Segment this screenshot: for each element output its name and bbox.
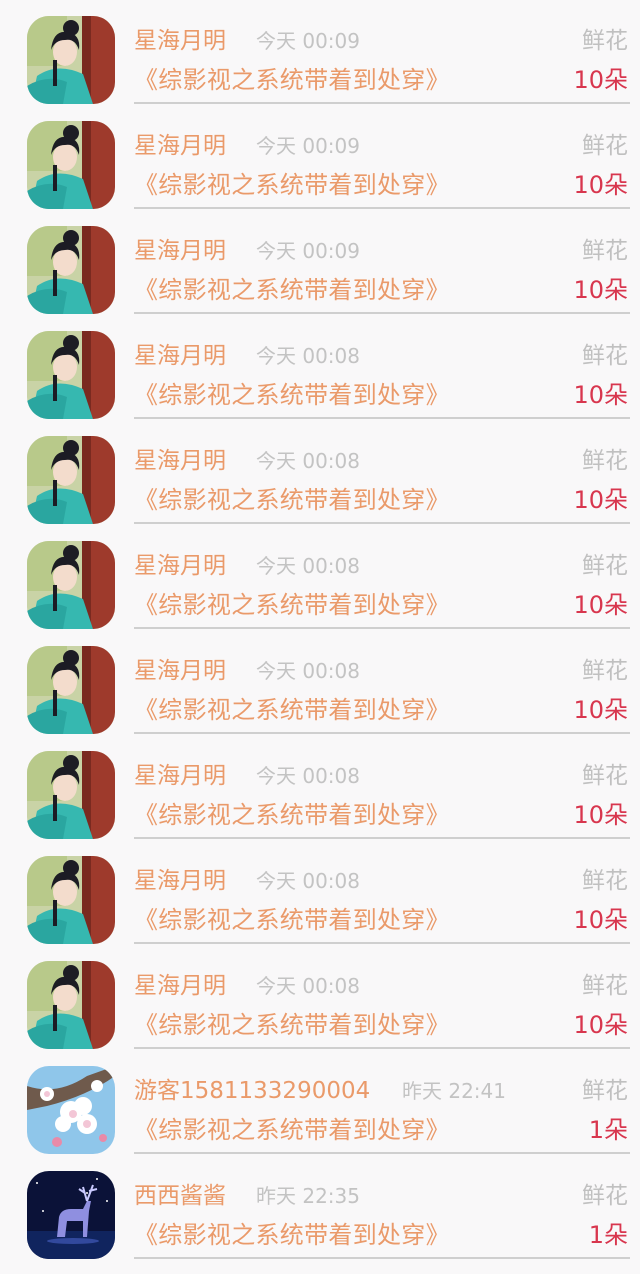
avatar[interactable] bbox=[27, 436, 115, 524]
divider bbox=[134, 627, 630, 629]
gift-count: 10朵 bbox=[573, 486, 628, 514]
gift-record-list: 星海月明 今天 00:09 鲜花 《综影视之系统带着到处穿》 10朵 星海月明 … bbox=[0, 0, 640, 1274]
gift-type-label: 鲜花 bbox=[582, 658, 628, 684]
user-name[interactable]: 星海月明 bbox=[134, 341, 226, 371]
list-item[interactable]: 星海月明 今天 00:08 鲜花 《综影视之系统带着到处穿》 10朵 bbox=[0, 525, 640, 630]
user-name[interactable]: 星海月明 bbox=[134, 551, 226, 581]
user-name[interactable]: 星海月明 bbox=[134, 446, 226, 476]
timestamp: 今天 00:09 bbox=[256, 239, 360, 263]
book-title-link[interactable]: 《综影视之系统带着到处穿》 bbox=[134, 904, 450, 936]
gift-type-label: 鲜花 bbox=[582, 448, 628, 474]
list-item[interactable]: 星海月明 今天 00:08 鲜花 《综影视之系统带着到处穿》 10朵 bbox=[0, 315, 640, 420]
avatar[interactable] bbox=[27, 226, 115, 314]
user-name[interactable]: 游客1581133290004 bbox=[134, 1076, 370, 1106]
gift-count: 1朵 bbox=[588, 1116, 628, 1144]
timestamp: 昨天 22:35 bbox=[256, 1184, 360, 1208]
avatar[interactable] bbox=[27, 1171, 115, 1259]
divider bbox=[134, 1047, 630, 1049]
timestamp: 今天 00:08 bbox=[256, 554, 360, 578]
gift-count: 10朵 bbox=[573, 696, 628, 724]
user-name[interactable]: 星海月明 bbox=[134, 866, 226, 896]
divider bbox=[134, 312, 630, 314]
user-name[interactable]: 星海月明 bbox=[134, 26, 226, 56]
list-item[interactable]: 星海月明 今天 00:09 鲜花 《综影视之系统带着到处穿》 10朵 bbox=[0, 210, 640, 315]
avatar[interactable] bbox=[27, 121, 115, 209]
timestamp: 今天 00:08 bbox=[256, 974, 360, 998]
avatar[interactable] bbox=[27, 961, 115, 1049]
user-name[interactable]: 星海月明 bbox=[134, 656, 226, 686]
book-title-link[interactable]: 《综影视之系统带着到处穿》 bbox=[134, 1009, 450, 1041]
avatar[interactable] bbox=[27, 16, 115, 104]
divider bbox=[134, 837, 630, 839]
divider bbox=[134, 417, 630, 419]
list-item[interactable]: 星海月明 今天 00:08 鲜花 《综影视之系统带着到处穿》 10朵 bbox=[0, 840, 640, 945]
divider bbox=[134, 1152, 630, 1154]
gift-type-label: 鲜花 bbox=[582, 763, 628, 789]
timestamp: 今天 00:08 bbox=[256, 449, 360, 473]
gift-type-label: 鲜花 bbox=[582, 1078, 628, 1104]
gift-count: 1朵 bbox=[588, 1221, 628, 1249]
book-title-link[interactable]: 《综影视之系统带着到处穿》 bbox=[134, 694, 450, 726]
gift-count: 10朵 bbox=[573, 906, 628, 934]
gift-type-label: 鲜花 bbox=[582, 28, 628, 54]
gift-count: 10朵 bbox=[573, 1011, 628, 1039]
book-title-link[interactable]: 《综影视之系统带着到处穿》 bbox=[134, 1219, 450, 1251]
avatar[interactable] bbox=[27, 541, 115, 629]
divider bbox=[134, 732, 630, 734]
gift-type-label: 鲜花 bbox=[582, 973, 628, 999]
timestamp: 今天 00:08 bbox=[256, 344, 360, 368]
list-item[interactable]: 游客1581133290004 昨天 22:41 鲜花 《综影视之系统带着到处穿… bbox=[0, 1050, 640, 1155]
list-item[interactable]: 星海月明 今天 00:08 鲜花 《综影视之系统带着到处穿》 10朵 bbox=[0, 630, 640, 735]
book-title-link[interactable]: 《综影视之系统带着到处穿》 bbox=[134, 64, 450, 96]
avatar[interactable] bbox=[27, 856, 115, 944]
book-title-link[interactable]: 《综影视之系统带着到处穿》 bbox=[134, 799, 450, 831]
gift-count: 10朵 bbox=[573, 381, 628, 409]
gift-type-label: 鲜花 bbox=[582, 868, 628, 894]
divider bbox=[134, 942, 630, 944]
divider bbox=[134, 1257, 630, 1259]
avatar[interactable] bbox=[27, 331, 115, 419]
gift-count: 10朵 bbox=[573, 171, 628, 199]
divider bbox=[134, 102, 630, 104]
divider bbox=[134, 207, 630, 209]
gift-type-label: 鲜花 bbox=[582, 133, 628, 159]
user-name[interactable]: 西西酱酱 bbox=[134, 1181, 226, 1211]
gift-count: 10朵 bbox=[573, 66, 628, 94]
book-title-link[interactable]: 《综影视之系统带着到处穿》 bbox=[134, 379, 450, 411]
book-title-link[interactable]: 《综影视之系统带着到处穿》 bbox=[134, 274, 450, 306]
list-item[interactable]: 星海月明 今天 00:08 鲜花 《综影视之系统带着到处穿》 10朵 bbox=[0, 735, 640, 840]
book-title-link[interactable]: 《综影视之系统带着到处穿》 bbox=[134, 484, 450, 516]
user-name[interactable]: 星海月明 bbox=[134, 131, 226, 161]
gift-count: 10朵 bbox=[573, 591, 628, 619]
list-item[interactable]: 西西酱酱 昨天 22:35 鲜花 《综影视之系统带着到处穿》 1朵 bbox=[0, 1155, 640, 1260]
user-name[interactable]: 星海月明 bbox=[134, 761, 226, 791]
list-item[interactable]: 星海月明 今天 00:09 鲜花 《综影视之系统带着到处穿》 10朵 bbox=[0, 105, 640, 210]
list-item[interactable]: 星海月明 今天 00:09 鲜花 《综影视之系统带着到处穿》 10朵 bbox=[0, 0, 640, 105]
gift-type-label: 鲜花 bbox=[582, 553, 628, 579]
timestamp: 今天 00:08 bbox=[256, 659, 360, 683]
timestamp: 昨天 22:41 bbox=[402, 1079, 506, 1103]
avatar[interactable] bbox=[27, 751, 115, 839]
book-title-link[interactable]: 《综影视之系统带着到处穿》 bbox=[134, 589, 450, 621]
timestamp: 今天 00:08 bbox=[256, 869, 360, 893]
gift-count: 10朵 bbox=[573, 276, 628, 304]
timestamp: 今天 00:09 bbox=[256, 29, 360, 53]
user-name[interactable]: 星海月明 bbox=[134, 971, 226, 1001]
list-item[interactable]: 星海月明 今天 00:08 鲜花 《综影视之系统带着到处穿》 10朵 bbox=[0, 945, 640, 1050]
divider bbox=[134, 522, 630, 524]
gift-type-label: 鲜花 bbox=[582, 238, 628, 264]
list-item[interactable]: 星海月明 今天 00:08 鲜花 《综影视之系统带着到处穿》 10朵 bbox=[0, 420, 640, 525]
gift-type-label: 鲜花 bbox=[582, 343, 628, 369]
book-title-link[interactable]: 《综影视之系统带着到处穿》 bbox=[134, 169, 450, 201]
timestamp: 今天 00:08 bbox=[256, 764, 360, 788]
gift-count: 10朵 bbox=[573, 801, 628, 829]
user-name[interactable]: 星海月明 bbox=[134, 236, 226, 266]
timestamp: 今天 00:09 bbox=[256, 134, 360, 158]
avatar[interactable] bbox=[27, 1066, 115, 1154]
gift-type-label: 鲜花 bbox=[582, 1183, 628, 1209]
book-title-link[interactable]: 《综影视之系统带着到处穿》 bbox=[134, 1114, 450, 1146]
avatar[interactable] bbox=[27, 646, 115, 734]
